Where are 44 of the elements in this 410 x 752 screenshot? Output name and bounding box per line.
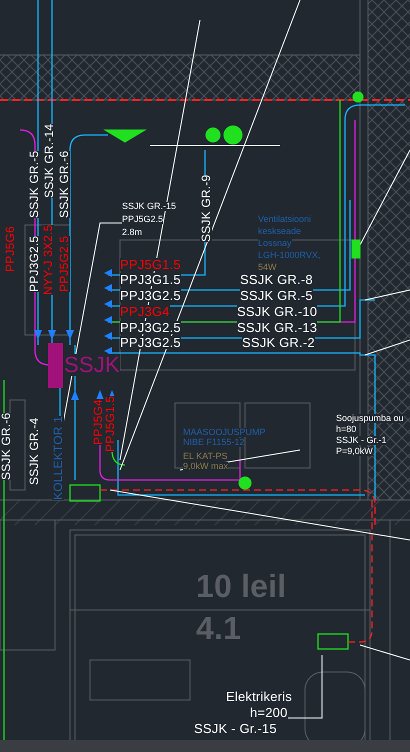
cable-label: SSJK GR.-9	[200, 174, 212, 242]
cable-label: SSJK GR.-6	[0, 412, 12, 480]
cable-label: PPJ5G6	[4, 226, 16, 272]
annotation-text: SSJK - Gr.-1	[336, 436, 387, 445]
annotation-text: NIBE F1155-12	[183, 438, 244, 447]
annotation-text: PPJ5G2.5	[122, 215, 164, 224]
cable-label: PPJ3G2.5	[28, 236, 40, 292]
cable-label: PPJ3G1.5	[120, 273, 181, 286]
annotation-text: SSJK GR.-15	[122, 202, 176, 211]
annotation-text: P=9,0kW	[336, 447, 373, 456]
cable-label: PPJ3G2.5	[120, 289, 181, 302]
cable-label: SSJK GR.-8	[240, 273, 313, 286]
cable-label: PPJ3G4	[120, 305, 170, 318]
cable-label: KOLLEKTOR 1	[52, 416, 64, 500]
cable-label: SSJK - Gr.-15	[194, 722, 277, 735]
annotation-text: 54W	[258, 263, 277, 272]
cable-label: PPJ3G2.5	[120, 321, 181, 334]
annotation-text: Ventilatsiooni	[258, 215, 312, 224]
cable-label: Elektrikeris	[226, 690, 292, 703]
cable-label: h=200	[250, 706, 288, 719]
annotation-text: LGH-1000RVX,	[258, 251, 320, 260]
cable-label: NYY-J 3X2.5	[42, 224, 54, 295]
annotation-text: 2.8m	[122, 228, 142, 237]
cable-label: SSJK GR.-5	[28, 150, 40, 218]
cable-label: SSJK GR.-2	[242, 336, 315, 349]
cable-label: PPJ3G2.5	[120, 336, 181, 349]
cable-label: SSJK GR.-5	[240, 289, 313, 302]
panel-label: SSJK	[64, 354, 120, 376]
annotation-text: Lossnay	[258, 239, 292, 248]
cable-label: PPJ5G4	[92, 399, 104, 445]
annotation-text: h=80	[336, 425, 356, 434]
cable-label: PPJ5G2.5	[58, 236, 70, 292]
cable-label: SSJK GR.-6	[58, 150, 70, 218]
cable-label: PPJ5G1.5	[120, 258, 181, 271]
cable-label: SSJK GR.-14	[43, 124, 55, 198]
cable-label: PPJ5G1.5	[104, 396, 116, 452]
annotation-text: EL KAT-PS	[183, 452, 228, 461]
annotation-text: keskseade	[258, 227, 302, 236]
annotation-text: Soojuspumba ou	[336, 414, 404, 423]
annotation-text: 9,0kW max	[183, 462, 228, 471]
annotation-text: MAASOOJUSPUMP	[183, 428, 266, 437]
cable-label: SSJK GR.-4	[28, 418, 40, 485]
cable-label: SSJK GR.-13	[237, 321, 318, 334]
cable-label: SSJK GR.-10	[237, 305, 318, 318]
